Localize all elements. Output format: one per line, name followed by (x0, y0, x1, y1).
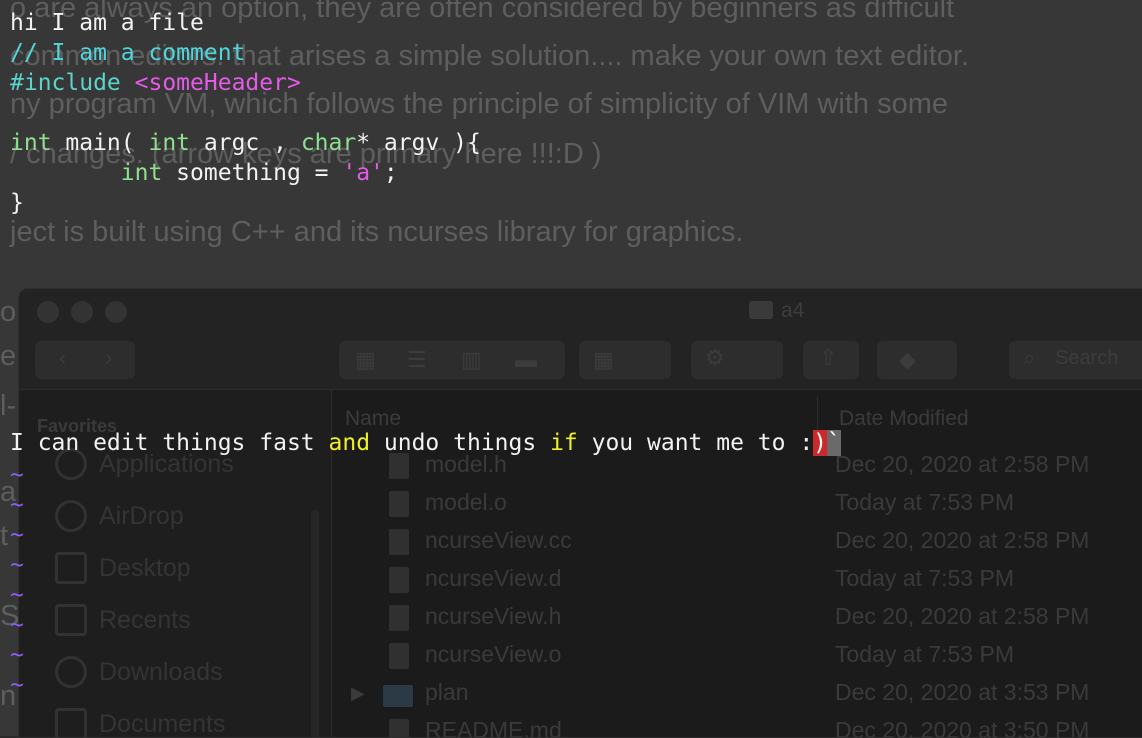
empty-line-tilde: ~ (10, 552, 24, 578)
type-keyword: int (148, 130, 191, 156)
type-keyword: int (120, 160, 163, 186)
editor-line-comment: // I am a comment (10, 40, 246, 66)
type-keyword: int (10, 130, 52, 156)
editor-line-cursor: I can edit things fast and undo things i… (10, 428, 841, 458)
empty-line-tilde: ~ (10, 672, 24, 698)
code-text: you want me to : (577, 430, 814, 456)
code-text: * argv ){ (356, 130, 481, 156)
code-text: main( (51, 130, 149, 156)
empty-line-tilde: ~ (10, 462, 24, 488)
editor-line-body: int something = 'a'; (10, 158, 398, 188)
keyword: and (328, 430, 371, 456)
empty-line-tilde: ~ (10, 582, 24, 608)
editor-line-main: int main( int argc , char* argv ){ (10, 128, 481, 158)
keyword: if (550, 430, 578, 456)
code-text: I can edit things fast (10, 430, 329, 456)
code-text: ; (383, 160, 398, 186)
terminal-editor[interactable]: hi I am a file // I am a comment #includ… (0, 0, 1142, 736)
empty-line-tilde: ~ (10, 612, 24, 638)
type-keyword: char (300, 130, 357, 156)
include-directive: #include (10, 70, 121, 96)
string-literal: 'a' (342, 160, 384, 186)
code-text: undo things (370, 430, 551, 456)
empty-line-tilde: ~ (10, 642, 24, 668)
empty-line-tilde: ~ (10, 522, 24, 548)
include-header: <someHeader> (134, 70, 301, 96)
editor-line-1: hi I am a file (10, 10, 204, 36)
text-cursor[interactable]: ) (813, 430, 828, 456)
code-text: argc , (190, 130, 301, 156)
empty-line-tilde: ~ (10, 492, 24, 518)
editor-line-close-brace: } (10, 190, 24, 216)
editor-line-include: #include <someHeader> (10, 68, 301, 98)
cursor-trail: ` (827, 430, 841, 456)
code-text: something = (162, 160, 343, 186)
